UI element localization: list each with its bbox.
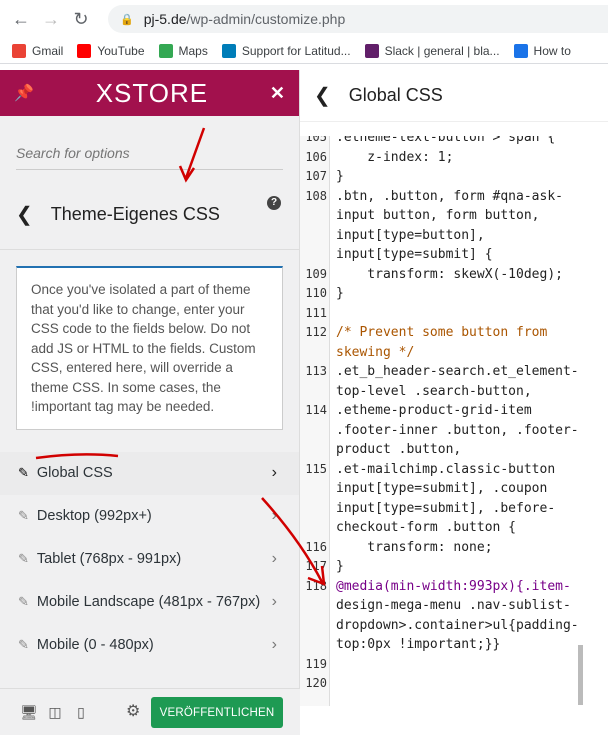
red-annotation-arrow-1 <box>184 127 206 179</box>
red-underline-annotation <box>35 453 119 460</box>
red-annotation-arrow-2 <box>261 497 324 583</box>
annotation-overlay <box>35 127 326 586</box>
